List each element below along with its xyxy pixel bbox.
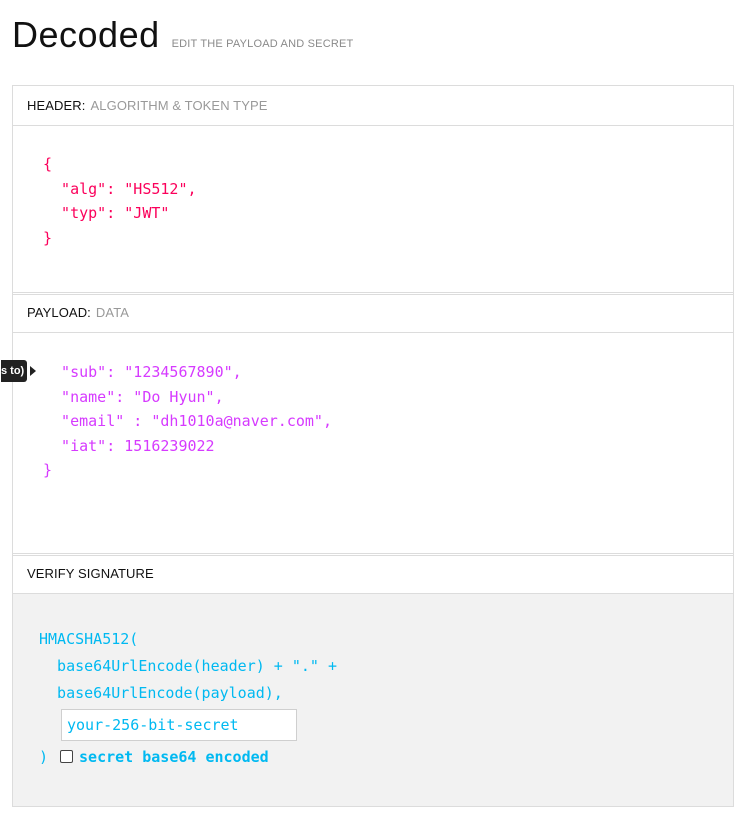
base64-checkbox-label[interactable]: secret base64 encoded — [79, 744, 269, 770]
page-title: Decoded — [12, 14, 160, 55]
signature-line-2: base64UrlEncode(header) + "." + — [39, 656, 338, 675]
signature-line-1: HMACSHA512( — [39, 629, 139, 648]
secret-row — [39, 706, 337, 743]
header-json[interactable]: { "alg": "HS512", "typ": "JWT" } — [43, 152, 197, 250]
header-label: HEADER: — [27, 98, 86, 113]
signature-editor: HMACSHA512( base64UrlEncode(header) + ".… — [13, 594, 733, 806]
closing-row: ) secret base64 encoded — [39, 743, 337, 770]
gutter-tooltip: s to) — [1, 360, 28, 382]
payload-label: PAYLOAD: — [27, 305, 91, 320]
header-sublabel: ALGORITHM & TOKEN TYPE — [90, 98, 268, 113]
signature-line-3: base64UrlEncode(payload), — [39, 683, 283, 702]
base64-checkbox[interactable] — [60, 750, 74, 763]
signature-section-title: VERIFY SIGNATURE — [13, 554, 733, 594]
signature-label: VERIFY SIGNATURE — [27, 566, 154, 581]
signature-panel: VERIFY SIGNATURE HMACSHA512( base64UrlEn… — [12, 553, 734, 807]
payload-section-title: PAYLOAD: DATA — [13, 293, 733, 333]
payload-editor[interactable]: s to) "sub": "1234567890", "name": "Do H… — [1, 333, 733, 555]
secret-input[interactable] — [61, 708, 297, 741]
payload-panel: PAYLOAD: DATA s to) "sub": "1234567890",… — [1, 292, 734, 556]
header-section-title: HEADER: ALGORITHM & TOKEN TYPE — [13, 86, 733, 126]
signature-code: HMACSHA512( base64UrlEncode(header) + ".… — [39, 625, 337, 770]
page-subtitle: EDIT THE PAYLOAD AND SECRET — [171, 38, 354, 50]
closing-paren: ) — [39, 747, 49, 766]
header-editor[interactable]: { "alg": "HS512", "typ": "JWT" } — [13, 126, 733, 294]
payload-json[interactable]: "sub": "1234567890", "name": "Do Hyun", … — [43, 360, 332, 483]
fold-arrow-icon[interactable] — [30, 366, 36, 376]
decoded-heading: Decoded EDIT THE PAYLOAD AND SECRET — [12, 14, 353, 56]
payload-sublabel: DATA — [95, 305, 130, 320]
header-panel: HEADER: ALGORITHM & TOKEN TYPE { "alg": … — [12, 85, 734, 295]
